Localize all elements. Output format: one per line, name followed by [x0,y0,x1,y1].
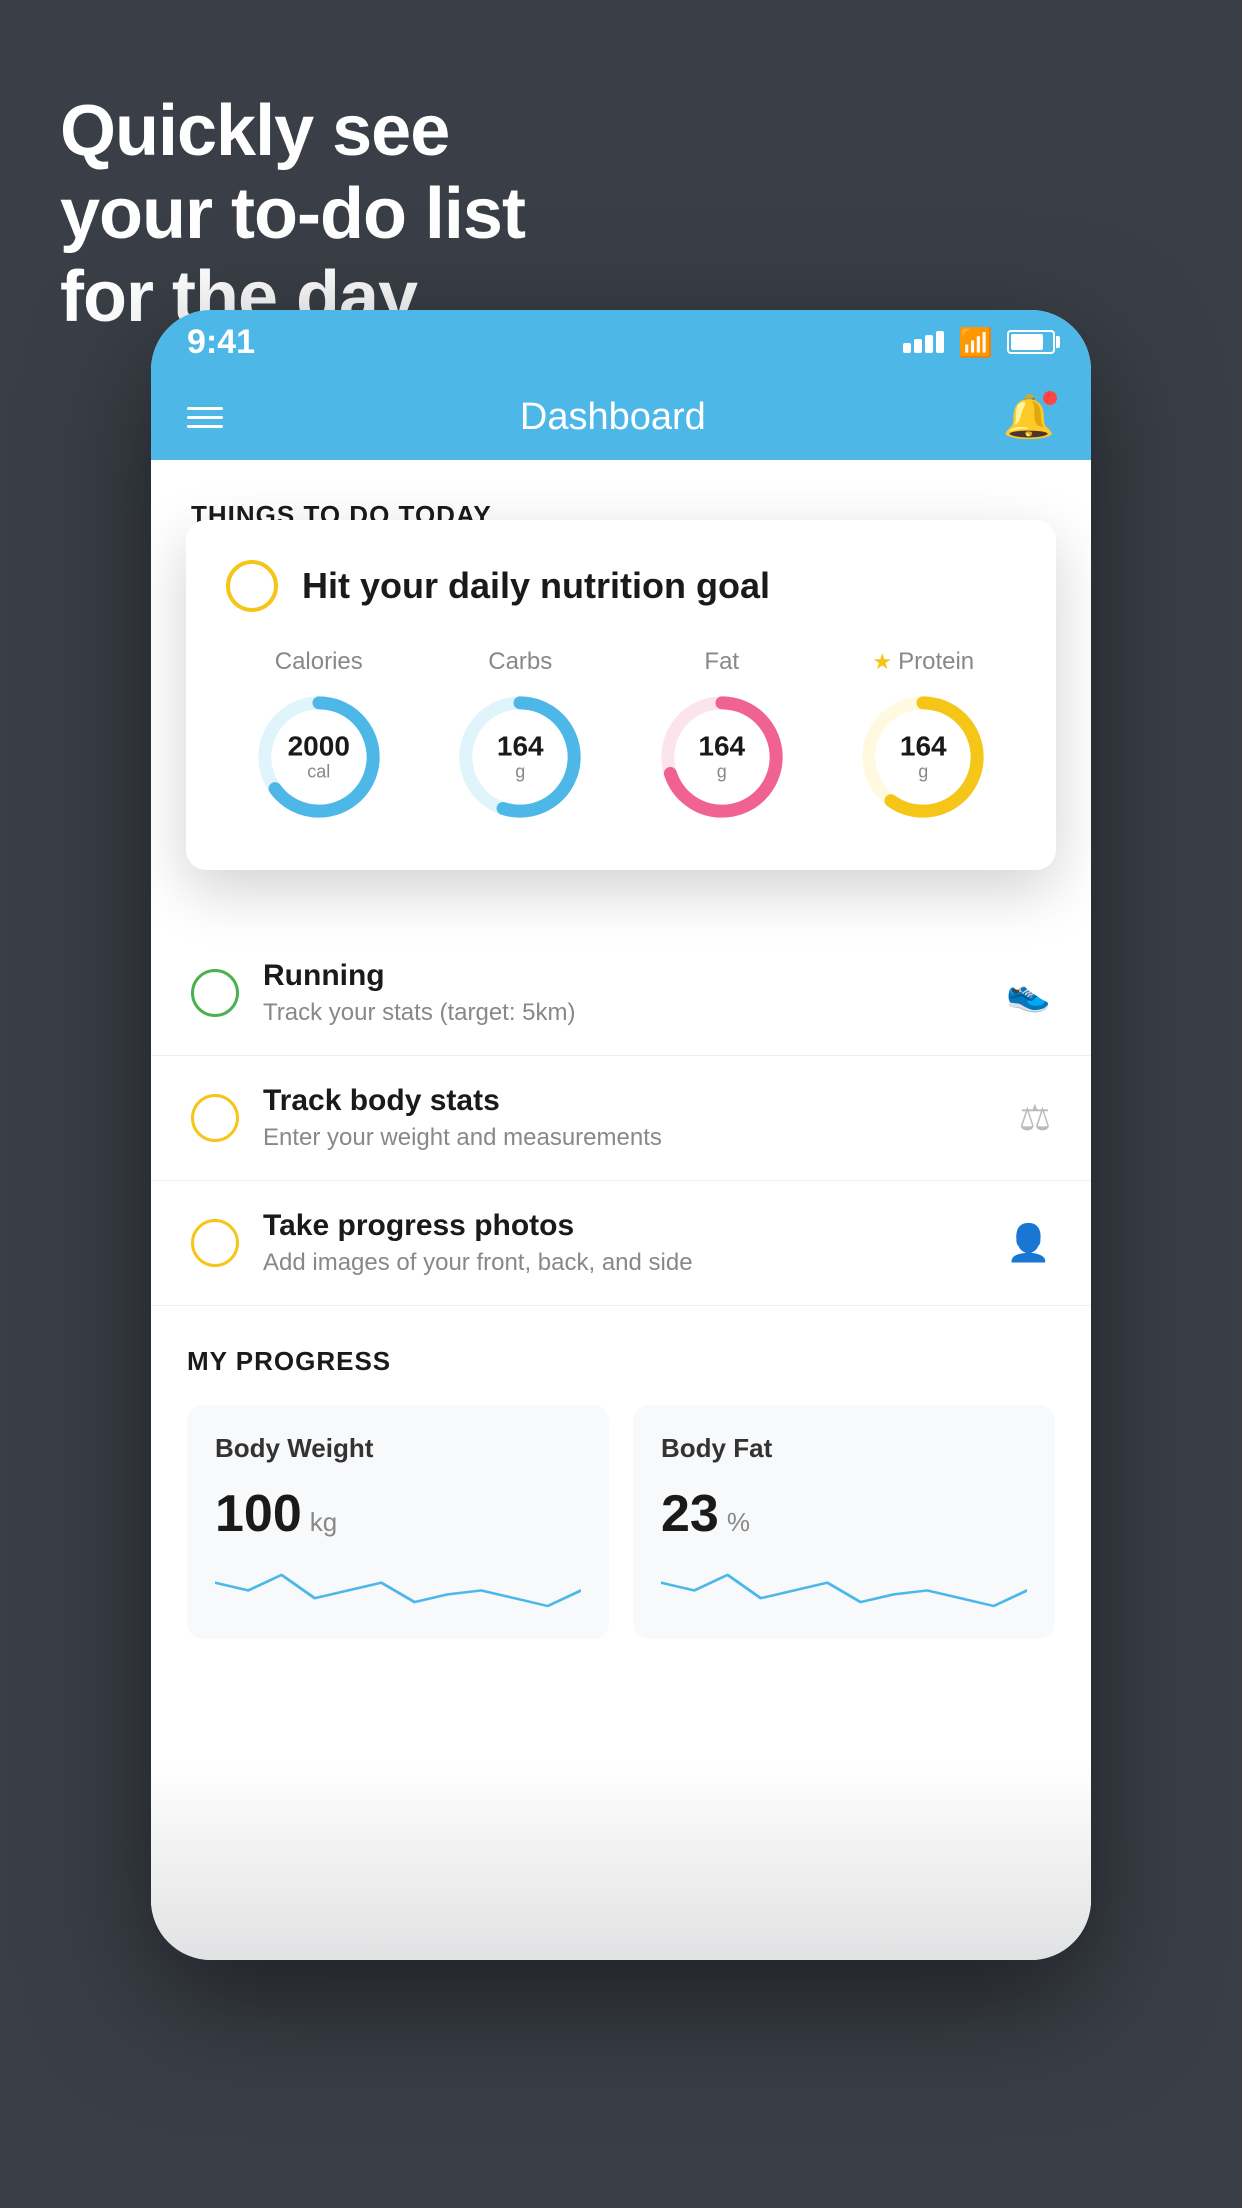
metric-label: Calories [275,648,363,676]
progress-card-title: Body Weight [215,1433,581,1464]
battery-icon [1007,330,1055,354]
donut-chart: 164 g [455,692,585,822]
todo-text: Running Track your stats (target: 5km) [263,959,982,1027]
progress-value: 100 [215,1484,302,1544]
nutrition-circle-check [226,560,278,612]
progress-card-title: Body Fat [661,1433,1027,1464]
status-time: 9:41 [187,323,255,362]
progress-unit: % [727,1507,750,1538]
sparkline-chart [215,1564,581,1614]
progress-value: 23 [661,1484,719,1544]
donut-chart: 2000 cal [254,692,384,822]
phone-mockup: 9:41 📶 Dashboard 🔔 THINGS TO DO T [151,310,1091,1960]
nutrition-metrics: Calories 2000 cal Carbs 164 g Fat [226,648,1016,822]
todo-name: Take progress photos [263,1209,982,1243]
todo-sub: Track your stats (target: 5km) [263,999,982,1027]
progress-title: MY PROGRESS [187,1346,1055,1377]
sparkline-chart [661,1564,1027,1614]
todo-item[interactable]: Track body stats Enter your weight and m… [151,1056,1091,1181]
hero-text: Quickly see your to-do list for the day. [60,90,525,338]
status-bar: 9:41 📶 [151,310,1091,374]
metric-col-fat: Fat 164 g [657,648,787,822]
nutrition-card: Hit your daily nutrition goal Calories 2… [186,520,1056,870]
metric-label: Protein [898,648,974,676]
progress-card[interactable]: Body Weight 100 kg [187,1405,609,1639]
todo-name: Track body stats [263,1084,995,1118]
donut-chart: 164 g [858,692,988,822]
app-title: Dashboard [520,396,706,439]
progress-section: MY PROGRESS Body Weight 100 kg Body Fat … [151,1306,1091,1679]
todo-name: Running [263,959,982,993]
metric-col-calories: Calories 2000 cal [254,648,384,822]
metric-col-carbs: Carbs 164 g [455,648,585,822]
app-header: Dashboard 🔔 [151,374,1091,460]
todo-action-icon: 👤 [1006,1222,1051,1264]
menu-icon[interactable] [187,407,223,428]
metric-label: Carbs [488,648,552,676]
progress-card[interactable]: Body Fat 23 % [633,1405,1055,1639]
todo-action-icon: ⚖ [1019,1097,1051,1139]
todo-sub: Add images of your front, back, and side [263,1249,982,1277]
todo-item[interactable]: Take progress photos Add images of your … [151,1181,1091,1306]
metric-col-protein: ★Protein 164 g [858,648,988,822]
metric-label: Fat [704,648,739,676]
wifi-icon: 📶 [958,326,993,359]
todo-circle [191,1219,239,1267]
status-icons: 📶 [903,326,1055,359]
todo-list: Running Track your stats (target: 5km) 👟… [151,931,1091,1306]
notification-icon[interactable]: 🔔 [1003,393,1055,442]
todo-item[interactable]: Running Track your stats (target: 5km) 👟 [151,931,1091,1056]
progress-value-row: 23 % [661,1484,1027,1544]
app-content: THINGS TO DO TODAY Hit your daily nutrit… [151,460,1091,1960]
todo-sub: Enter your weight and measurements [263,1124,995,1152]
progress-unit: kg [310,1507,337,1538]
todo-text: Track body stats Enter your weight and m… [263,1084,995,1152]
todo-circle [191,969,239,1017]
todo-circle [191,1094,239,1142]
signal-icon [903,331,944,353]
notification-dot [1043,391,1057,405]
nutrition-card-title: Hit your daily nutrition goal [302,565,770,607]
todo-text: Take progress photos Add images of your … [263,1209,982,1277]
progress-value-row: 100 kg [215,1484,581,1544]
todo-action-icon: 👟 [1006,972,1051,1014]
progress-cards: Body Weight 100 kg Body Fat 23 % [187,1405,1055,1639]
star-icon: ★ [872,649,892,675]
donut-chart: 164 g [657,692,787,822]
